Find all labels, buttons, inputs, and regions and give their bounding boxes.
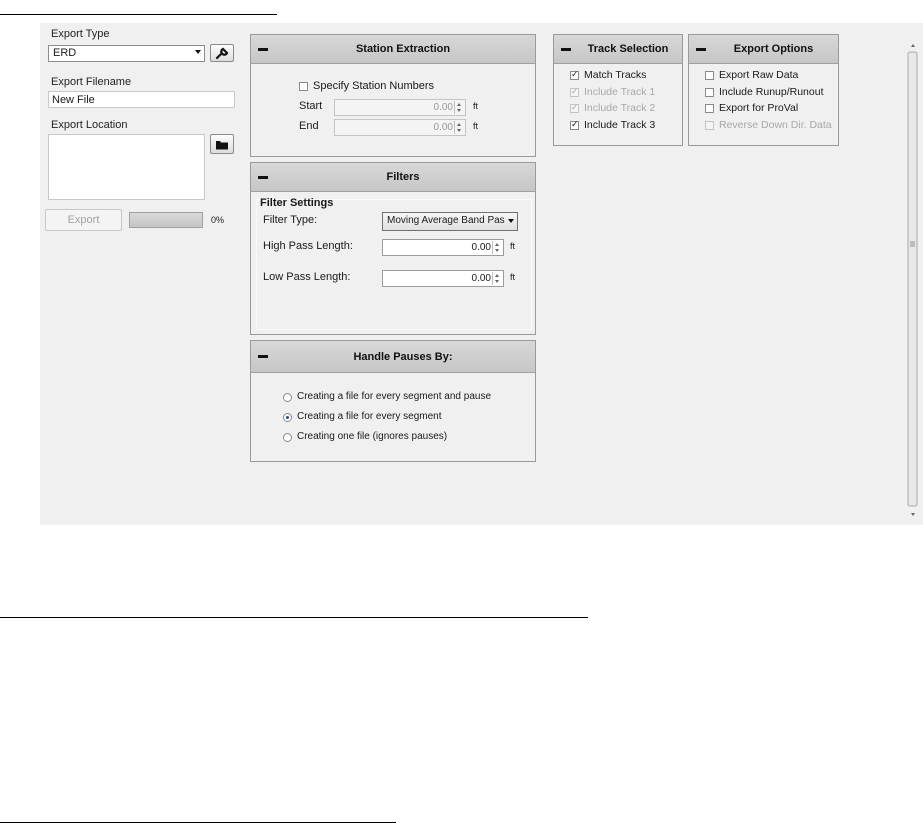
- pause-option-label[interactable]: Creating a file for every segment and pa…: [297, 391, 491, 402]
- pause-option-radio[interactable]: [283, 393, 292, 402]
- track-option-label: Include Track 2: [584, 102, 656, 114]
- track-option-label: Include Track 3: [584, 118, 656, 131]
- handle-pauses-header[interactable]: Handle Pauses By:: [251, 341, 535, 373]
- panel-title: Station Extraction: [355, 43, 451, 55]
- export-type-value: ERD: [53, 47, 77, 59]
- end-station-input[interactable]: 0.00: [334, 119, 466, 136]
- folder-icon: [216, 141, 228, 150]
- export-option-label: Export for ProVal: [719, 102, 799, 114]
- start-unit: ft: [473, 101, 479, 111]
- chevron-down-icon: [195, 50, 201, 54]
- export-option-checkbox[interactable]: [705, 104, 714, 113]
- spinner-arrows-icon[interactable]: [454, 101, 464, 114]
- specify-station-checkbox[interactable]: [299, 82, 308, 91]
- panel-title: Export Options: [733, 43, 814, 55]
- export-location-label: Export Location: [51, 119, 128, 131]
- export-progress-bar: [129, 212, 203, 228]
- filter-type-select[interactable]: Moving Average Band Pas: [382, 212, 518, 231]
- track-selection-panel: Track Selection Match Tracks Include Trac…: [553, 34, 683, 146]
- export-options-panel: Export Options Export Raw Data Include Ru…: [688, 34, 839, 146]
- end-label: End: [299, 120, 319, 132]
- spinner-arrows-icon[interactable]: [454, 121, 464, 134]
- station-extraction-panel: Station Extraction Specify Station Numbe…: [250, 34, 536, 157]
- filter-type-value: Moving Average Band Pas: [387, 215, 505, 226]
- scroll-down-icon[interactable]: [911, 513, 915, 516]
- export-progress-text: 0%: [211, 215, 225, 225]
- collapse-icon: [561, 48, 571, 51]
- track-option-label: Match Tracks: [584, 69, 647, 81]
- track-option-checkbox[interactable]: [570, 119, 579, 130]
- filter-type-label: Filter Type:: [263, 214, 318, 226]
- export-type-select[interactable]: ERD: [48, 45, 205, 62]
- track-option-label: Include Track 1: [584, 85, 656, 98]
- wrench-icon: [215, 47, 229, 60]
- filter-settings-label: Filter Settings: [260, 197, 334, 209]
- export-option-checkbox[interactable]: [705, 87, 714, 97]
- station-extraction-header[interactable]: Station Extraction: [251, 35, 535, 64]
- collapse-icon: [258, 48, 268, 51]
- export-location-input[interactable]: [48, 134, 205, 200]
- scroll-thumb[interactable]: [907, 51, 918, 507]
- browse-folder-button[interactable]: [210, 134, 234, 154]
- panel-title: Handle Pauses By:: [353, 351, 453, 363]
- high-pass-unit: ft: [510, 241, 516, 251]
- export-window: Export Type ERD Export Filename New File…: [40, 23, 923, 525]
- pause-option-label[interactable]: Creating a file for every segment: [297, 411, 442, 422]
- low-pass-unit: ft: [510, 272, 516, 282]
- export-option-label: Include Runup/Runout: [719, 85, 824, 98]
- export-option-label: Reverse Down Dir. Data: [719, 118, 832, 131]
- export-button-label: Export: [67, 214, 100, 226]
- track-option-checkbox: [570, 86, 579, 97]
- vertical-scrollbar[interactable]: [906, 39, 920, 521]
- high-pass-value: 0.00: [471, 242, 491, 253]
- export-option-label: Export Raw Data: [719, 69, 799, 81]
- start-label: Start: [299, 100, 323, 112]
- export-type-label: Export Type: [51, 28, 110, 40]
- export-filename-input[interactable]: New File: [48, 91, 235, 108]
- high-pass-label: High Pass Length:: [263, 240, 353, 252]
- document-rule-middle: [0, 617, 588, 618]
- collapse-icon: [258, 355, 268, 358]
- low-pass-value: 0.00: [471, 273, 491, 284]
- high-pass-input[interactable]: 0.00: [382, 239, 504, 256]
- start-station-input[interactable]: 0.00: [334, 99, 466, 116]
- track-option-checkbox: [570, 102, 579, 113]
- collapse-icon: [258, 176, 268, 179]
- pause-option-radio[interactable]: [283, 413, 292, 422]
- low-pass-input[interactable]: 0.00: [382, 270, 504, 287]
- specify-station-label: Specify Station Numbers: [313, 80, 435, 92]
- chevron-down-icon: [508, 219, 514, 223]
- panel-title: Filters: [386, 171, 420, 183]
- pause-option-label[interactable]: Creating one file (ignores pauses): [297, 431, 447, 442]
- export-button[interactable]: Export: [45, 209, 122, 231]
- track-option-checkbox[interactable]: [570, 69, 579, 80]
- start-station-value: 0.00: [433, 102, 453, 113]
- filters-panel: Filters Filter Settings Filter Type: Mov…: [250, 162, 536, 335]
- end-station-value: 0.00: [433, 122, 453, 133]
- scroll-up-icon[interactable]: [911, 44, 915, 47]
- document-rule-top: [0, 14, 277, 15]
- spinner-arrows-icon[interactable]: [492, 241, 502, 254]
- export-option-checkbox[interactable]: [705, 71, 714, 80]
- export-option-checkbox: [705, 120, 714, 130]
- filters-header[interactable]: Filters: [251, 163, 535, 192]
- pause-option-radio[interactable]: [283, 433, 292, 442]
- track-selection-header[interactable]: Track Selection: [554, 35, 682, 64]
- export-settings-button[interactable]: [210, 44, 234, 62]
- panel-title: Track Selection: [587, 43, 669, 55]
- export-options-header[interactable]: Export Options: [689, 35, 838, 64]
- handle-pauses-panel: Handle Pauses By: Creating a file for ev…: [250, 340, 536, 462]
- low-pass-label: Low Pass Length:: [263, 271, 351, 283]
- end-unit: ft: [473, 121, 479, 131]
- spinner-arrows-icon[interactable]: [492, 272, 502, 285]
- collapse-icon: [696, 48, 706, 51]
- export-filename-label: Export Filename: [51, 76, 132, 88]
